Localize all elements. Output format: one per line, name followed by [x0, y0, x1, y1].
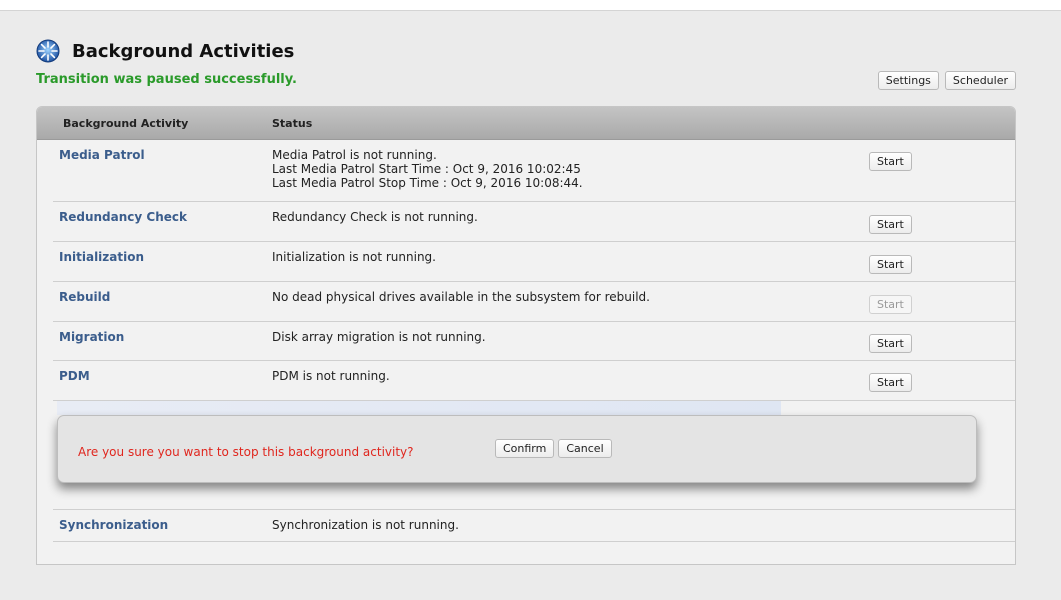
status-line: Media Patrol is not running. — [272, 148, 437, 162]
confirm-button[interactable]: Confirm — [495, 439, 555, 458]
start-button-initialization[interactable]: Start — [869, 255, 912, 274]
table-row: Redundancy Check Redundancy Check is not… — [53, 202, 1015, 242]
table-row: Initialization Initialization is not run… — [53, 242, 1015, 282]
activity-status: No dead physical drives available in the… — [272, 290, 650, 304]
start-button-pdm[interactable]: Start — [869, 373, 912, 392]
activity-status: Redundancy Check is not running. — [272, 210, 478, 224]
start-button-rebuild: Start — [869, 295, 912, 314]
table-row: PDM PDM is not running. Start — [53, 361, 1015, 401]
activity-name-initialization[interactable]: Initialization — [59, 250, 144, 264]
activity-name-redundancy-check[interactable]: Redundancy Check — [59, 210, 187, 224]
activity-name-migration[interactable]: Migration — [59, 330, 124, 344]
confirm-dialog: Are you sure you want to stop this backg… — [57, 415, 977, 483]
start-button-redundancy-check[interactable]: Start — [869, 215, 912, 234]
activity-status: Disk array migration is not running. — [272, 330, 486, 344]
activities-panel: Background Activity Status Media Patrol … — [36, 106, 1016, 565]
scheduler-button[interactable]: Scheduler — [944, 71, 1016, 90]
activity-status: Initialization is not running. — [272, 250, 436, 264]
column-header-activity: Background Activity — [63, 116, 189, 130]
table-row: Migration Disk array migration is not ru… — [53, 322, 1015, 361]
activity-name-media-patrol[interactable]: Media Patrol — [59, 148, 145, 162]
activity-status: Synchronization is not running. — [272, 518, 459, 532]
top-actions: Settings Scheduler — [877, 71, 1016, 90]
table-row: Synchronization Synchronization is not r… — [53, 509, 1015, 542]
table-row: Rebuild No dead physical drives availabl… — [53, 282, 1015, 322]
status-line: Last Media Patrol Start Time : Oct 9, 20… — [272, 162, 581, 176]
status-line: Last Media Patrol Stop Time : Oct 9, 201… — [272, 176, 583, 190]
table-row: Media Patrol Media Patrol is not running… — [53, 140, 1015, 202]
selected-row-highlight — [57, 401, 781, 415]
globe-icon — [36, 39, 60, 63]
page-title: Background Activities — [72, 40, 295, 62]
activity-status: Media Patrol is not running. Last Media … — [272, 148, 583, 190]
start-button-migration[interactable]: Start — [869, 334, 912, 353]
start-button-media-patrol[interactable]: Start — [869, 152, 912, 171]
page-header: Background Activities — [36, 36, 294, 66]
dialog-actions: Confirm Cancel — [495, 439, 612, 458]
cancel-button[interactable]: Cancel — [558, 439, 612, 458]
confirm-question: Are you sure you want to stop this backg… — [78, 445, 414, 459]
column-header-status: Status — [272, 116, 313, 130]
table-header: Background Activity Status — [37, 107, 1015, 140]
activity-status: PDM is not running. — [272, 369, 390, 383]
activity-name-rebuild[interactable]: Rebuild — [59, 290, 110, 304]
settings-button[interactable]: Settings — [877, 71, 939, 90]
top-bar — [0, 0, 1061, 11]
activity-name-synchronization[interactable]: Synchronization — [59, 518, 168, 532]
status-message: Transition was paused successfully. — [36, 72, 297, 87]
activity-name-pdm[interactable]: PDM — [59, 369, 90, 383]
